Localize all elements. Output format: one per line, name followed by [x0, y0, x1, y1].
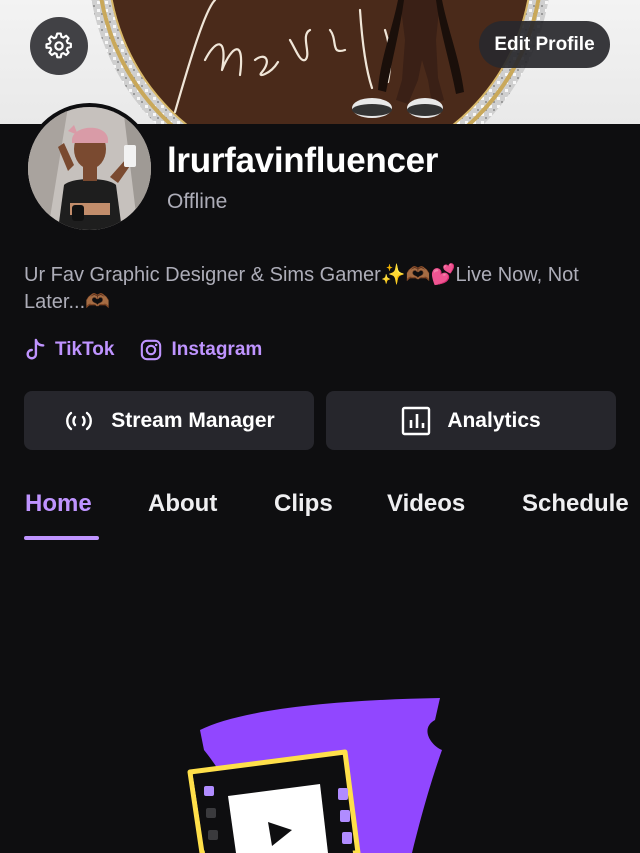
- tab-about[interactable]: About: [148, 490, 217, 518]
- active-tab-indicator: [24, 536, 99, 540]
- gear-icon: [45, 32, 72, 59]
- channel-bio: Ur Fav Graphic Designer & Sims Gamer✨🫶🏾💕…: [24, 264, 579, 313]
- stream-manager-label: Stream Manager: [111, 408, 275, 432]
- edit-profile-button[interactable]: Edit Profile: [479, 21, 610, 68]
- channel-tabs: Home About Clips Videos Schedule: [0, 490, 640, 540]
- channel-username: lrurfavinfluencer: [167, 141, 439, 180]
- broadcast-icon: [66, 411, 93, 430]
- avatar[interactable]: [24, 103, 155, 234]
- bar-chart-icon: [402, 406, 431, 435]
- stream-manager-button[interactable]: Stream Manager: [24, 391, 314, 450]
- film-strip-icon: [187, 749, 361, 853]
- avatar-photo: [28, 107, 151, 230]
- social-link-label: Instagram: [171, 339, 263, 360]
- channel-profile-page: Edit Profile lrurfavinfluencer Offline U…: [0, 0, 640, 853]
- tab-schedule[interactable]: Schedule: [522, 490, 629, 518]
- social-link-tiktok[interactable]: TikTok: [24, 338, 114, 362]
- instagram-icon: [141, 339, 162, 361]
- social-link-label: TikTok: [55, 339, 115, 360]
- tab-home[interactable]: Home: [25, 490, 92, 518]
- analytics-button[interactable]: Analytics: [326, 391, 616, 450]
- tab-videos[interactable]: Videos: [387, 490, 465, 518]
- analytics-label: Analytics: [447, 408, 541, 432]
- settings-button[interactable]: [30, 17, 88, 75]
- tiktok-icon: [26, 338, 45, 360]
- channel-status: Offline: [167, 190, 228, 213]
- social-links: TikTok Instagram: [24, 338, 262, 362]
- social-link-instagram[interactable]: Instagram: [140, 338, 262, 362]
- empty-state-illustration: [187, 698, 442, 853]
- tab-clips[interactable]: Clips: [274, 490, 333, 518]
